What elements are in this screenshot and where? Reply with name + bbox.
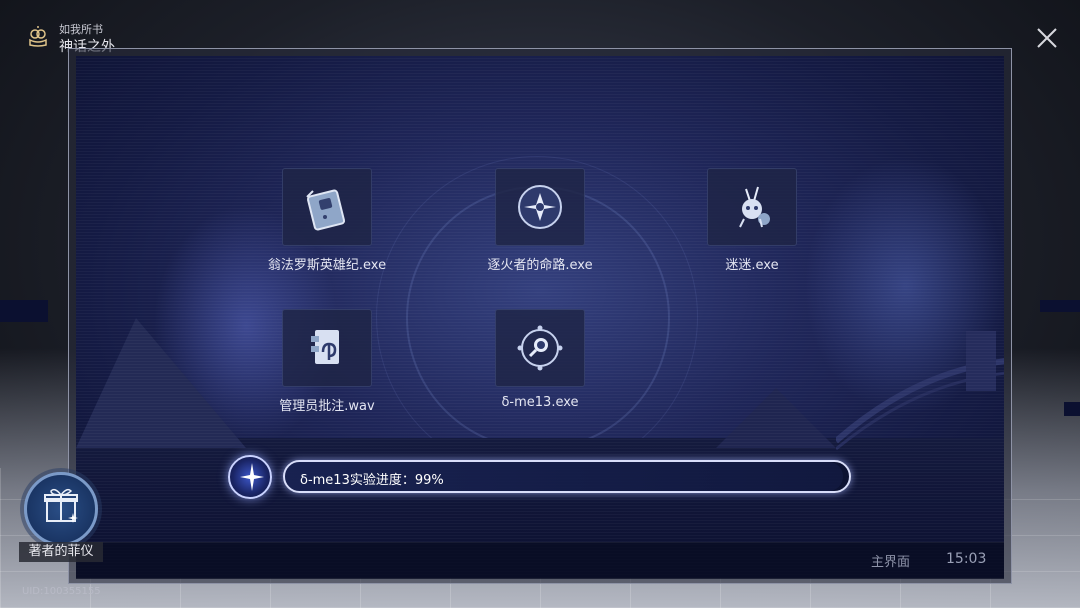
glitch-block: [0, 300, 48, 322]
magnifier-orb-icon: [517, 325, 563, 371]
app-admin-notes[interactable]: 管理员批注.wav: [267, 309, 387, 414]
app-delta-me13[interactable]: δ-me13.exe: [480, 309, 600, 410]
clock: 15:03: [946, 551, 987, 567]
book-logo-icon: [27, 25, 49, 47]
bridge-silhouette: [836, 331, 1004, 451]
glitch-block: [1064, 402, 1080, 416]
progress-text: δ-me13实验进度：99%: [300, 473, 444, 488]
flame-flower-icon: [518, 185, 562, 229]
app-label: 逐火者的命路.exe: [487, 258, 593, 273]
app-label: 管理员批注.wav: [279, 399, 375, 414]
gift-label: 著者的菲仪: [19, 542, 103, 562]
app-tile[interactable]: [707, 168, 797, 246]
book-subtitle: 如我所书: [59, 23, 103, 36]
audio-document-icon: [311, 330, 339, 364]
app-label: 迷迷.exe: [725, 258, 779, 273]
app-hero-chronicle[interactable]: 翁法罗斯英雄纪.exe: [267, 168, 387, 273]
pyramid-right: [716, 388, 836, 448]
pyramid-left: [76, 318, 246, 448]
experiment-progress-bar: δ-me13实验进度：99%: [283, 460, 851, 493]
gift-button[interactable]: [24, 472, 98, 546]
app-tile[interactable]: [282, 168, 372, 246]
hero-book-icon: [306, 189, 346, 231]
close-button[interactable]: [1033, 24, 1061, 52]
user-id: UID:100355155: [22, 586, 101, 597]
app-label: δ-me13.exe: [501, 395, 579, 410]
sparkle-orb-icon: [228, 455, 272, 499]
gift-box-icon: [44, 488, 78, 523]
close-icon: [1037, 28, 1057, 48]
main-screen-button[interactable]: 主界面: [871, 551, 910, 570]
app-label: 翁法罗斯英雄纪.exe: [267, 258, 387, 273]
app-tile[interactable]: [495, 168, 585, 246]
glitch-block: [1040, 300, 1080, 312]
taskbar: [76, 542, 1004, 579]
app-flamechaser-path[interactable]: 逐火者的命路.exe: [480, 168, 600, 273]
app-mimi[interactable]: 迷迷.exe: [692, 168, 812, 273]
app-tile[interactable]: [495, 309, 585, 387]
app-tile[interactable]: [282, 309, 372, 387]
mimi-creature-icon: [739, 186, 770, 228]
